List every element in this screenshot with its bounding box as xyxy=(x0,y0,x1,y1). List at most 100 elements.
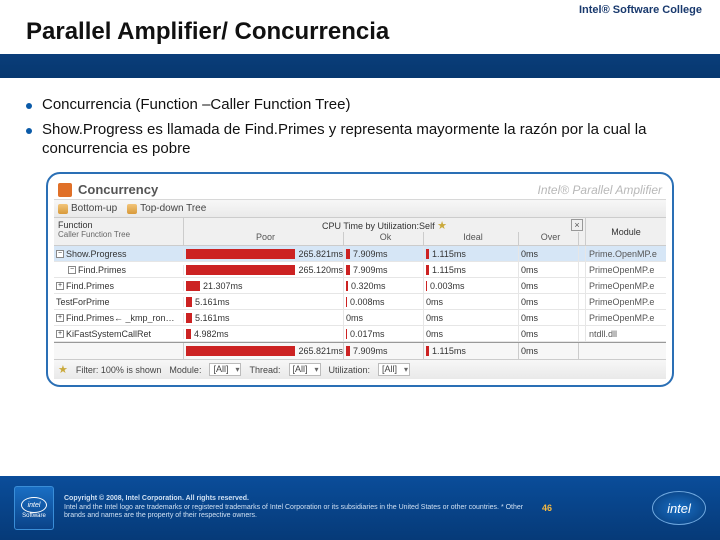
intel-logo: intel xyxy=(652,491,706,525)
trademark-line: Intel and the Intel logo are trademarks … xyxy=(64,504,534,521)
row-function-cell: +Find.Primes xyxy=(54,281,184,291)
cpu-sub-poor[interactable]: Poor xyxy=(184,232,344,245)
row-function-cell: −Show.Progress xyxy=(54,249,184,259)
cpu-sub-over[interactable]: Over xyxy=(519,232,579,245)
function-name: Show.Progress xyxy=(66,249,127,259)
cell-ideal: 1.115ms xyxy=(424,262,519,278)
utilization-bar xyxy=(346,265,350,275)
bullet-item: Concurrencia (Function –Caller Function … xyxy=(26,96,694,115)
function-name: Find.Primes xyxy=(78,265,126,275)
filter-util-label: Utilization: xyxy=(329,365,371,375)
summary-value: 7.909ms xyxy=(353,346,388,356)
summary-cell-ideal: 1.115ms xyxy=(424,343,519,359)
filter-bar: ★ Filter: 100% is shown Module: [All] Th… xyxy=(54,360,666,379)
row-module-cell: ntdll.dll xyxy=(586,329,666,339)
utilization-bar xyxy=(346,281,348,291)
utilization-bar xyxy=(346,249,350,259)
bullet-text: Show.Progress es llamada de Find.Primes … xyxy=(42,121,694,159)
cell-ok: 0ms xyxy=(344,310,424,326)
cell-value: 265.821ms xyxy=(298,249,343,259)
bullet-text: Concurrencia (Function –Caller Function … xyxy=(42,96,350,115)
function-name: Find.Primes xyxy=(66,281,114,291)
cpu-sub-ideal[interactable]: Ideal xyxy=(424,232,519,245)
tab-bottom-up[interactable]: Bottom-up xyxy=(58,203,117,214)
summary-value: 0ms xyxy=(521,346,538,356)
column-function[interactable]: Function Caller Function Tree xyxy=(54,218,184,245)
cell-value: 5.161ms xyxy=(195,297,230,307)
table-row[interactable]: +Find.Primes21.307ms0.320ms0.003ms0msPri… xyxy=(54,278,666,294)
table-row[interactable]: −Show.Progress 265.821ms 7.909ms 1.115ms 0ms… xyxy=(54,246,666,262)
table-row[interactable]: TestForPrime5.161ms0.008ms0ms0msPrimeOpe… xyxy=(54,294,666,310)
table-row[interactable]: −Find.Primes 265.120ms7.909ms1.115ms0msPr… xyxy=(54,262,666,278)
utilization-bar xyxy=(186,249,295,259)
cell-value: 21.307ms xyxy=(203,281,243,291)
copyright-line: Copyright © 2008, Intel Corporation. All… xyxy=(64,495,534,503)
utilization-bar xyxy=(186,313,192,323)
cell-value: 0ms xyxy=(521,297,538,307)
close-column-icon[interactable]: × xyxy=(571,219,583,231)
cell-over: 0ms xyxy=(519,278,579,294)
tree-toggle-icon[interactable]: + xyxy=(56,314,64,322)
summary-cell-ok: 7.909ms xyxy=(344,343,424,359)
utilization-bar xyxy=(426,265,429,275)
cpu-subcolumns: PoorOkIdealOver xyxy=(184,232,585,245)
cell-value: 0.003ms xyxy=(430,281,465,291)
cell-value: 1.115ms xyxy=(432,249,466,259)
cell-ideal: 0ms xyxy=(424,310,519,326)
cell-ok: 0.008ms xyxy=(344,294,424,310)
tab-top-down[interactable]: Top-down Tree xyxy=(127,203,206,214)
cell-poor: 265.821ms xyxy=(184,246,344,262)
utilization-bar xyxy=(186,329,191,339)
utilization-bar xyxy=(186,297,192,307)
slide-content: Concurrencia (Function –Caller Function … xyxy=(0,78,720,387)
badge-software-label: Software xyxy=(22,513,46,519)
row-cpu-cells: 5.161ms0.008ms0ms0ms xyxy=(184,294,586,310)
cell-value: 7.909ms xyxy=(353,249,388,259)
filter-util-dropdown[interactable]: [All] xyxy=(378,363,410,376)
page-number: 46 xyxy=(542,503,552,513)
summary-cell-over: 0ms xyxy=(519,343,579,359)
row-cpu-cells: 265.120ms7.909ms1.115ms0ms xyxy=(184,262,586,278)
cell-value: 0.320ms xyxy=(351,281,386,291)
filter-star-icon: ★ xyxy=(58,363,68,376)
tab-top-down-label: Top-down Tree xyxy=(140,203,206,214)
column-module[interactable]: Module xyxy=(586,218,666,245)
cell-ideal: 1.115ms xyxy=(424,246,519,262)
cell-poor: 5.161ms xyxy=(184,310,344,326)
cell-value: 0ms xyxy=(521,265,538,275)
slide-title: Parallel Amplifier/ Concurrencia xyxy=(26,18,389,46)
screenshot-titlebar: Concurrency Intel® Parallel Amplifier xyxy=(54,180,666,200)
bullet-dot-icon xyxy=(26,103,32,109)
row-function-cell: TestForPrime xyxy=(54,297,184,307)
table-row[interactable]: +KiFastSystemCallRet4.982ms0.017ms0ms0ms… xyxy=(54,326,666,342)
tree-toggle-icon[interactable]: + xyxy=(56,282,64,290)
bullet-list: Concurrencia (Function –Caller Function … xyxy=(26,96,694,158)
row-cpu-cells: 5.161ms0ms0ms0ms xyxy=(184,310,586,326)
intel-oval-icon: intel xyxy=(21,497,47,513)
column-cpu[interactable]: CPU Time by Utilization:Self ★ × PoorOkI… xyxy=(184,218,586,245)
cell-value: 0ms xyxy=(521,313,538,323)
cell-over: 0ms xyxy=(519,246,579,262)
cell-poor: 5.161ms xyxy=(184,294,344,310)
tree-toggle-icon[interactable]: + xyxy=(56,330,64,338)
function-name: KiFastSystemCallRet xyxy=(66,329,151,339)
row-module-cell: PrimeOpenMP.e xyxy=(586,313,666,323)
cell-over: 0ms xyxy=(519,310,579,326)
filter-module-label: Module: xyxy=(169,365,201,375)
table-row[interactable]: +Find.Primes← _kmp_ron…5.161ms0ms0ms0msP… xyxy=(54,310,666,326)
college-label: Intel® Software College xyxy=(579,4,702,16)
row-module-cell: PrimeOpenMP.e xyxy=(586,265,666,275)
cell-value: 5.161ms xyxy=(195,313,230,323)
bottom-up-icon xyxy=(58,204,68,214)
utilization-bar xyxy=(426,346,429,356)
tree-toggle-icon[interactable]: − xyxy=(68,266,76,274)
utilization-bar xyxy=(186,265,295,275)
cpu-sub-ok[interactable]: Ok xyxy=(344,232,424,245)
filter-module-dropdown[interactable]: [All] xyxy=(209,363,241,376)
bullet-dot-icon xyxy=(26,128,32,134)
tree-toggle-icon[interactable]: − xyxy=(56,250,64,258)
filter-thread-dropdown[interactable]: [All] xyxy=(289,363,321,376)
cell-value: 0ms xyxy=(521,329,538,339)
utilization-bar xyxy=(426,249,429,259)
summary-value: 1.115ms xyxy=(432,346,466,356)
